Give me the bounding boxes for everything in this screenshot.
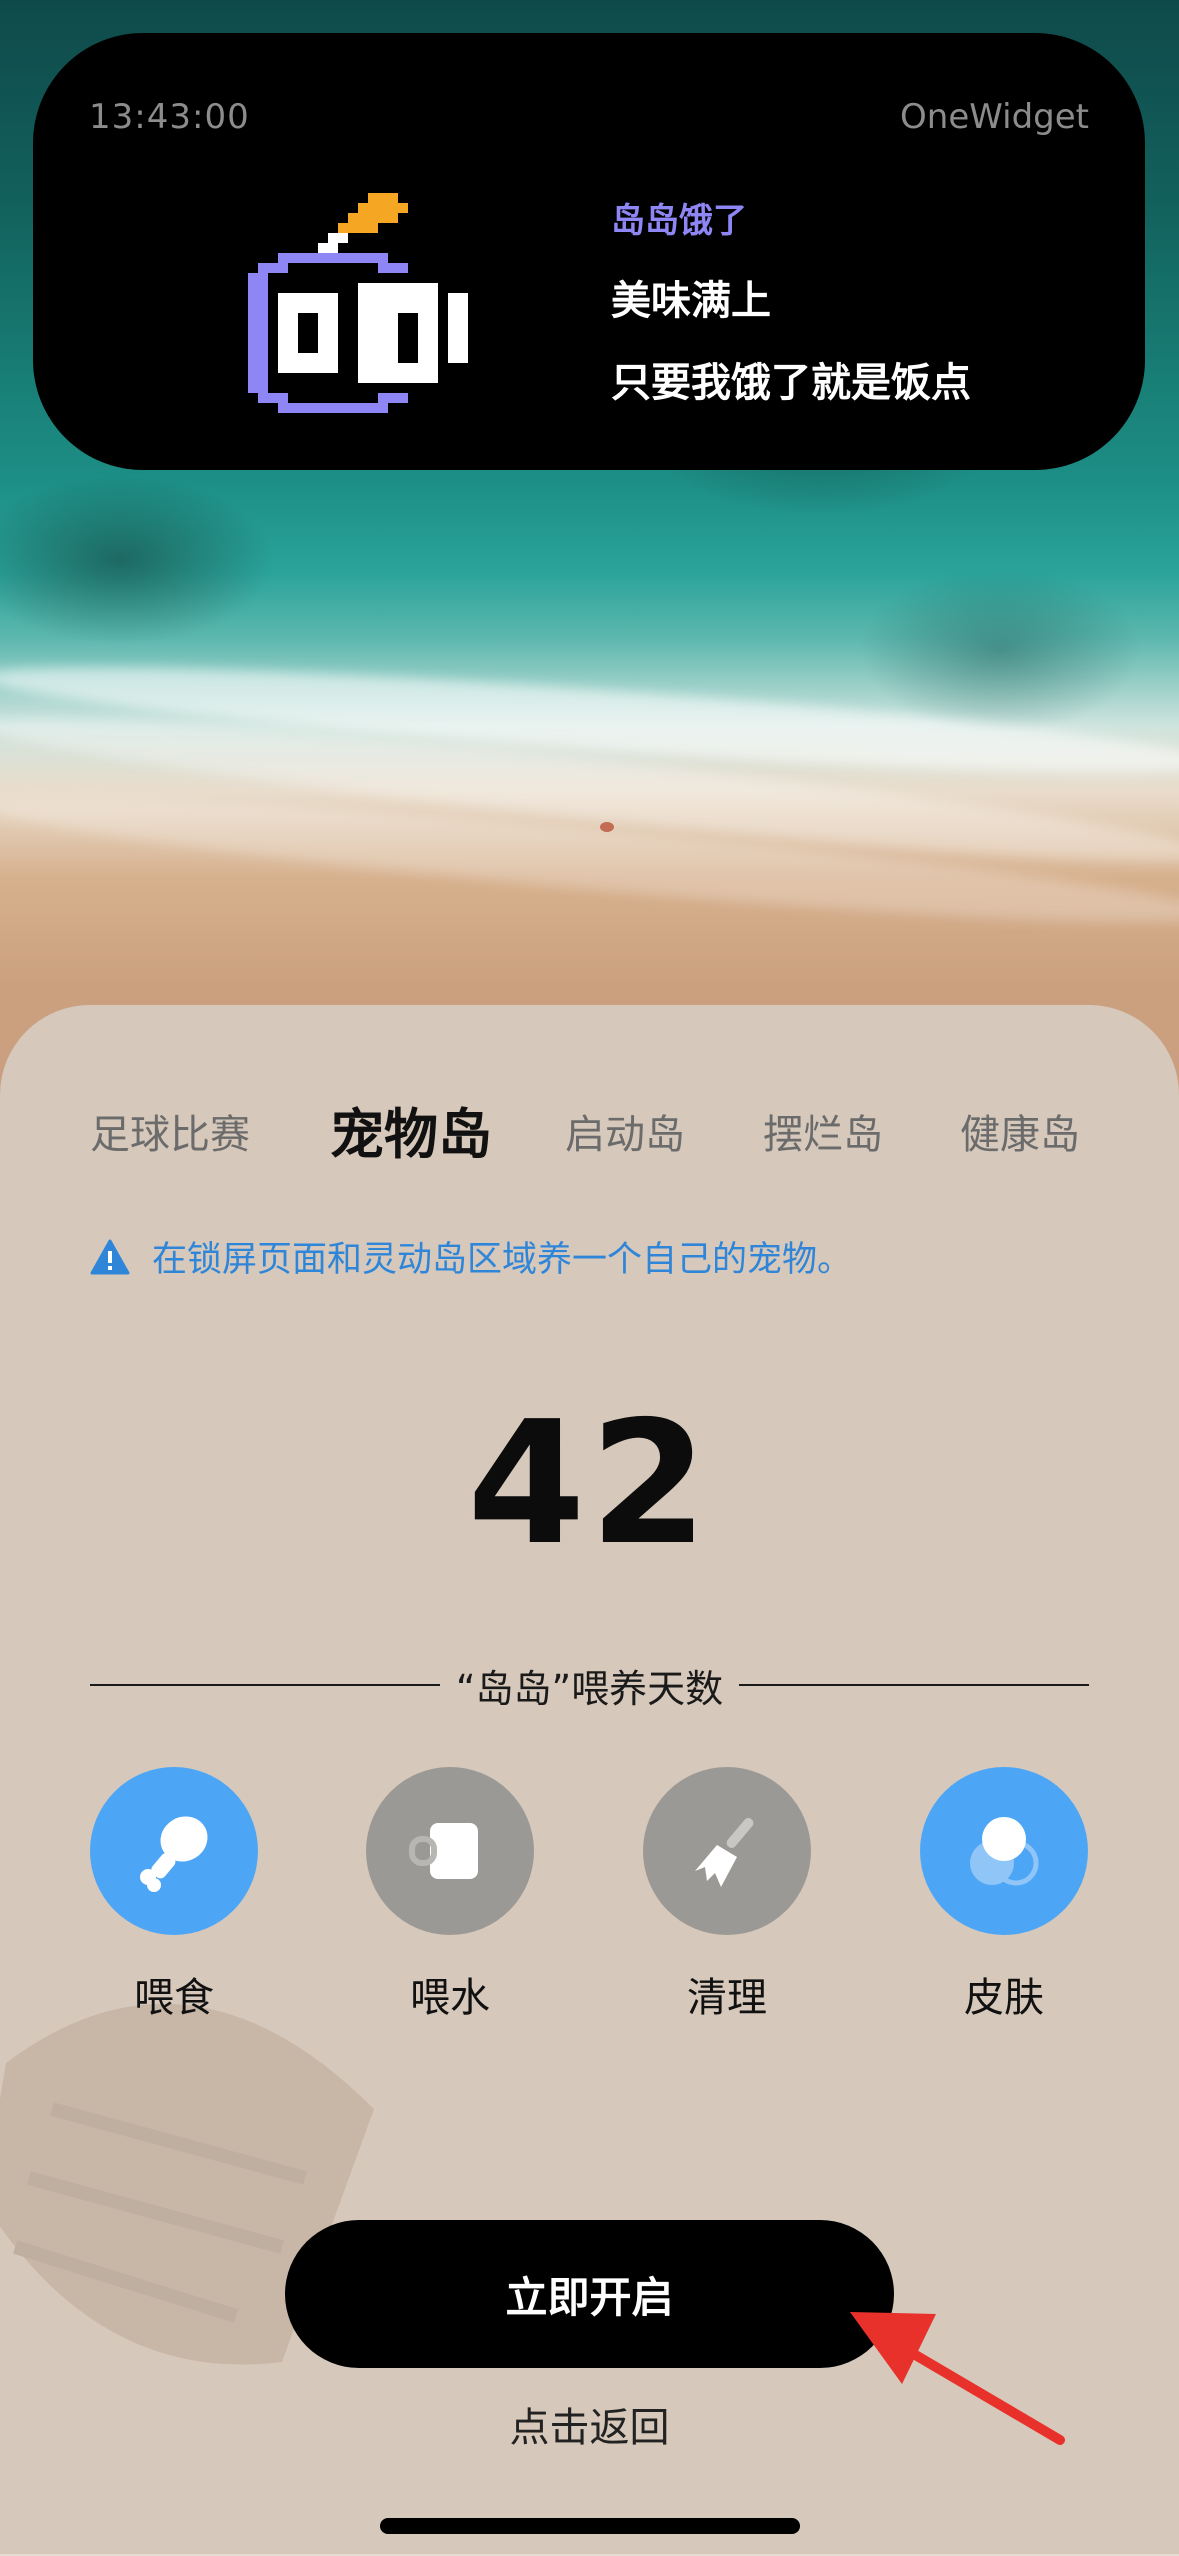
skin-icon (970, 1817, 1039, 1886)
warning-icon (90, 1239, 130, 1274)
dynamic-island-widget: 13:43:00 OneWidget 岛岛饿了 美味满上 只要我饿了就是饭点 (33, 33, 1145, 470)
clean-button[interactable] (643, 1767, 811, 1935)
water-button[interactable] (366, 1767, 534, 1935)
broom-icon (695, 1818, 754, 1887)
annotation-arrow-icon (850, 2312, 1065, 2445)
enable-now-button[interactable]: 立即开启 (285, 2220, 894, 2368)
skin-button[interactable] (920, 1767, 1088, 1935)
feeding-days-label: “岛岛”喂养天数 (455, 1666, 724, 1711)
divider-line-left (90, 1684, 440, 1686)
category-tabs: 足球比赛 宠物岛 启动岛 摆烂岛 健康岛 (0, 1095, 1179, 1175)
drumstick-icon (140, 1816, 208, 1892)
feed-button[interactable] (90, 1767, 258, 1935)
tab-pet-island[interactable]: 宠物岛 (330, 1095, 492, 1175)
pet-actions: 喂食 喂水 清理 皮肤 (0, 1767, 1179, 2027)
info-notice: 在锁屏页面和灵动岛区域养一个自己的宠物。 (90, 1231, 852, 1282)
water-label: 喂水 (410, 1975, 490, 2021)
feed-action[interactable]: 喂食 (89, 1767, 259, 2023)
skin-action[interactable]: 皮肤 (919, 1767, 1089, 2023)
island-title: 岛岛饿了 (611, 201, 747, 241)
pixel-pet-icon (248, 193, 468, 413)
island-message: 岛岛饿了 美味满上 只要我饿了就是饭点 (611, 193, 971, 432)
home-indicator[interactable] (380, 2518, 800, 2534)
divider-line-right (739, 1684, 1089, 1686)
swimmer-figure (600, 822, 614, 832)
feed-label: 喂食 (134, 1975, 214, 2021)
island-brand: OneWidget (900, 97, 1089, 137)
feeding-days-divider: “岛岛”喂养天数 (90, 1655, 1089, 1715)
tab-launch-island[interactable]: 启动岛 (565, 1095, 685, 1175)
island-line-1: 美味满上 (611, 278, 771, 324)
island-time: 13:43:00 (89, 97, 250, 137)
notice-text: 在锁屏页面和灵动岛区域养一个自己的宠物。 (152, 1240, 853, 1280)
feeding-days-count: 42 (467, 1385, 712, 1583)
tab-football[interactable]: 足球比赛 (90, 1095, 250, 1175)
island-line-2: 只要我饿了就是饭点 (611, 360, 971, 406)
tab-slack-island[interactable]: 摆烂岛 (763, 1095, 883, 1175)
cup-icon (409, 1823, 478, 1879)
clean-action[interactable]: 清理 (642, 1767, 812, 2023)
water-action[interactable]: 喂水 (365, 1767, 535, 2023)
tab-health-island[interactable]: 健康岛 (960, 1095, 1080, 1175)
clean-label: 清理 (687, 1975, 767, 2021)
